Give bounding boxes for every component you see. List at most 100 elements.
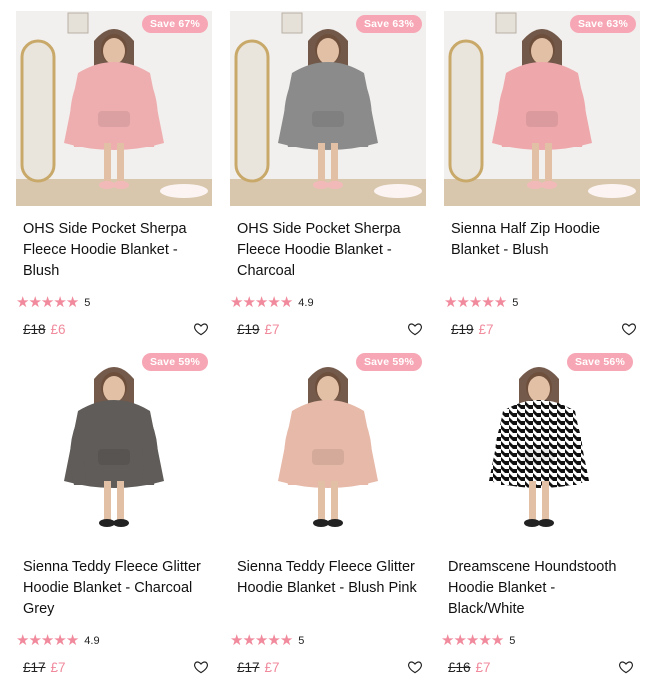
product-title[interactable]: OHS Side Pocket Sherpa Fleece Hoodie Bla… (237, 219, 420, 283)
sale-price: £7 (478, 321, 494, 337)
sale-price: £7 (264, 321, 280, 337)
price-row: £19 £7 (444, 320, 640, 338)
star-icon: ★ (65, 294, 79, 311)
heart-icon[interactable] (193, 321, 209, 337)
product-image[interactable]: Save 63% (444, 11, 640, 206)
star-icon: ★ (242, 632, 255, 649)
sale-price: £6 (50, 321, 66, 337)
star-icon: ★ (65, 632, 79, 649)
rating-value: 5 (509, 634, 516, 647)
star-icon: ★ (40, 294, 54, 311)
price-row: £18 £6 (16, 320, 212, 338)
star-icon: ★ (490, 632, 504, 649)
rating-value: 4.9 (84, 634, 100, 647)
product-photo (16, 11, 212, 206)
save-badge: Save 59% (141, 353, 208, 371)
product-photo (444, 11, 640, 206)
star-icon: ★ (279, 632, 293, 649)
star-rating: ★ ★ ★ ★ ★ (16, 294, 79, 311)
heart-icon[interactable] (618, 659, 634, 675)
price-row: £17 £7 (230, 658, 426, 676)
rating-value: 4.9 (298, 296, 314, 309)
save-badge: Save 56% (566, 353, 633, 371)
product-card[interactable]: Save 63% OHS Side Pocket Sherpa Fleece H… (230, 11, 426, 338)
rating: ★ ★ ★ ★ ★ 5 (444, 295, 640, 310)
heart-icon[interactable] (407, 321, 423, 337)
star-icon: ★ (453, 632, 466, 649)
rating: ★ ★ ★ ★ ★ 5 (441, 633, 637, 648)
product-image[interactable]: Save 59% (230, 349, 426, 544)
sale-price: £7 (264, 659, 280, 675)
old-price: £19 (237, 321, 260, 337)
star-icon: ★ (267, 294, 280, 311)
rating-value: 5 (512, 296, 519, 309)
product-title[interactable]: Dreamscene Houndstooth Hoodie Blanket - … (448, 557, 631, 621)
rating: ★ ★ ★ ★ ★ 5 (16, 295, 212, 310)
star-icon: ★ (441, 632, 454, 649)
product-title[interactable]: Sienna Half Zip Hoodie Blanket - Blush (451, 219, 634, 283)
product-photo (230, 349, 426, 544)
star-icon: ★ (230, 632, 243, 649)
rating-value: 5 (84, 296, 91, 309)
old-price: £17 (23, 659, 46, 675)
heart-icon[interactable] (193, 659, 209, 675)
rating-value: 5 (298, 634, 305, 647)
star-rating: ★ ★ ★ ★ ★ (230, 632, 293, 649)
save-badge: Save 59% (355, 353, 422, 371)
star-icon: ★ (254, 632, 268, 649)
star-icon: ★ (478, 632, 491, 649)
star-icon: ★ (267, 632, 280, 649)
product-photo (230, 11, 426, 206)
product-photo (16, 349, 212, 544)
star-icon: ★ (465, 632, 479, 649)
product-image[interactable]: Save 63% (230, 11, 426, 206)
product-title[interactable]: Sienna Teddy Fleece Glitter Hoodie Blank… (237, 557, 420, 621)
old-price: £19 (451, 321, 474, 337)
product-card[interactable]: Save 67% OHS Side Pocket Sherpa Fleece H… (16, 11, 212, 338)
product-card[interactable]: Save 59% Sienna Teddy Fleece Glitter Hoo… (230, 349, 426, 676)
product-title[interactable]: OHS Side Pocket Sherpa Fleece Hoodie Bla… (23, 219, 206, 283)
star-icon: ★ (40, 632, 54, 649)
star-icon: ★ (493, 294, 507, 311)
star-icon: ★ (28, 632, 41, 649)
sale-price: £7 (50, 659, 66, 675)
old-price: £17 (237, 659, 260, 675)
price-row: £16 £7 (441, 658, 637, 676)
product-photo (441, 349, 637, 544)
product-title[interactable]: Sienna Teddy Fleece Glitter Hoodie Blank… (23, 557, 206, 621)
star-rating: ★ ★ ★ ★ ★ (444, 294, 507, 311)
star-icon: ★ (468, 294, 482, 311)
rating: ★ ★ ★ ★ ★ 4.9 (16, 633, 212, 648)
sale-price: £7 (475, 659, 491, 675)
star-icon: ★ (444, 294, 457, 311)
star-rating: ★ ★ ★ ★ ★ (16, 632, 79, 649)
product-image[interactable]: Save 59% (16, 349, 212, 544)
star-icon: ★ (481, 294, 494, 311)
star-icon: ★ (53, 632, 66, 649)
price-row: £19 £7 (230, 320, 426, 338)
save-badge: Save 67% (141, 15, 208, 33)
price-row: £17 £7 (16, 658, 212, 676)
star-icon: ★ (28, 294, 41, 311)
star-icon: ★ (230, 294, 243, 311)
star-rating: ★ ★ ★ ★ ★ (230, 294, 293, 311)
save-badge: Save 63% (355, 15, 422, 33)
star-icon: ★ (254, 294, 268, 311)
product-card[interactable]: Save 59% Sienna Teddy Fleece Glitter Hoo… (16, 349, 212, 676)
star-icon: ★ (279, 294, 293, 311)
heart-icon[interactable] (621, 321, 637, 337)
rating: ★ ★ ★ ★ ★ 5 (230, 633, 426, 648)
product-image[interactable]: Save 67% (16, 11, 212, 206)
star-icon: ★ (456, 294, 469, 311)
old-price: £16 (448, 659, 471, 675)
product-image[interactable]: Save 56% (441, 349, 637, 544)
old-price: £18 (23, 321, 46, 337)
star-icon: ★ (242, 294, 255, 311)
star-icon: ★ (16, 632, 29, 649)
product-card[interactable]: Save 56% Dreamscene Houndstooth Hoodie B… (441, 349, 637, 676)
product-card[interactable]: Save 63% Sienna Half Zip Hoodie Blanket … (444, 11, 640, 338)
star-icon: ★ (53, 294, 66, 311)
star-icon: ★ (16, 294, 29, 311)
rating: ★ ★ ★ ★ ★ 4.9 (230, 295, 426, 310)
heart-icon[interactable] (407, 659, 423, 675)
